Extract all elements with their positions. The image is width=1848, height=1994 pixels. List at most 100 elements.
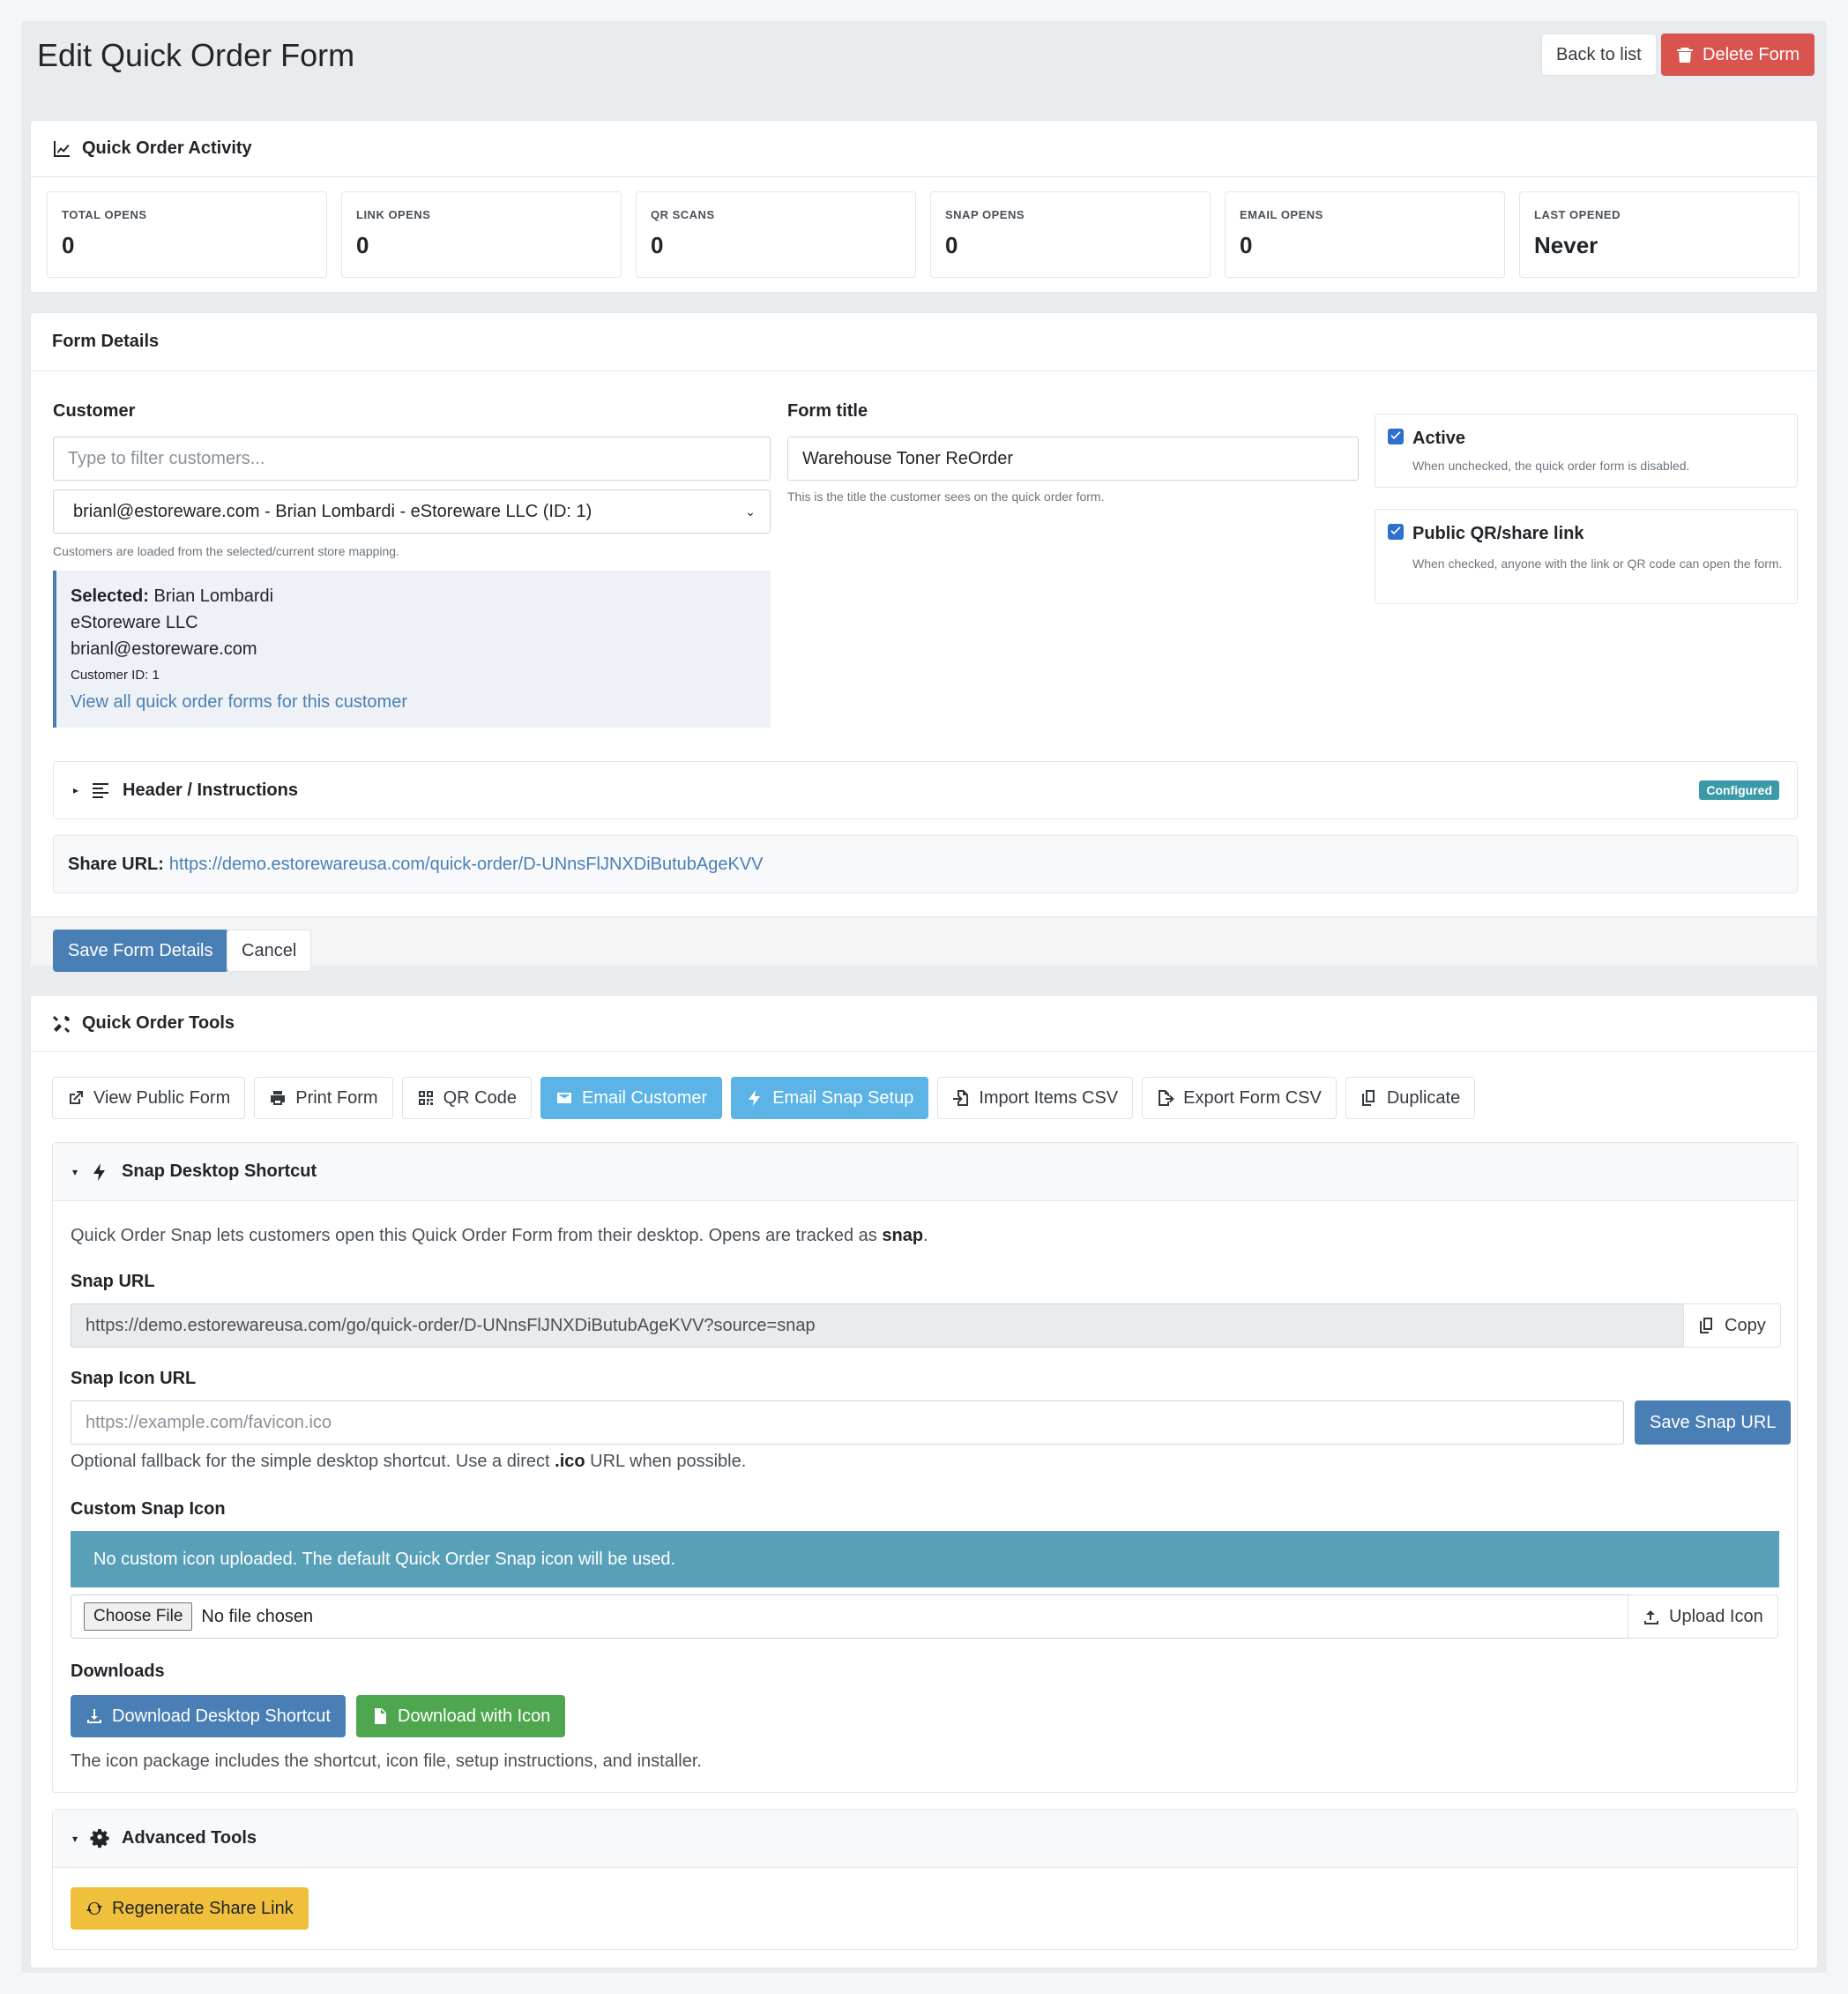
email-customer-label: Email Customer <box>581 1087 708 1108</box>
snap-section-toggle[interactable]: ▾ Snap Desktop Shortcut <box>53 1143 1797 1201</box>
header-instructions-toggle[interactable]: ▸ Header / Instructions Configured <box>54 762 1797 818</box>
cancel-label: Cancel <box>242 940 297 960</box>
stat-value: 0 <box>945 232 958 258</box>
page-title: Edit Quick Order Form <box>37 37 355 73</box>
download-desktop-shortcut-button[interactable]: Download Desktop Shortcut <box>71 1695 346 1737</box>
advanced-tools-section: ▾ Advanced Tools Regenerate Share Link <box>52 1809 1798 1950</box>
duplicate-button[interactable]: Duplicate <box>1345 1077 1476 1119</box>
icon-file-input[interactable]: Choose File No file chosen <box>71 1594 1635 1639</box>
customer-filter-input[interactable]: Type to filter customers... <box>53 437 771 481</box>
active-checkbox[interactable] <box>1388 429 1404 444</box>
email-snap-setup-button[interactable]: Email Snap Setup <box>731 1077 929 1119</box>
export-form-csv-button[interactable]: Export Form CSV <box>1142 1077 1337 1119</box>
regenerate-share-link-button[interactable]: Regenerate Share Link <box>71 1887 309 1930</box>
activity-title: Quick Order Activity <box>82 138 252 158</box>
caret-right-icon: ▸ <box>73 784 79 796</box>
check-icon <box>1390 431 1401 439</box>
customer-filter-placeholder: Type to filter customers... <box>68 448 265 468</box>
regenerate-share-link-label: Regenerate Share Link <box>112 1898 294 1918</box>
qr-code-icon <box>418 1091 433 1105</box>
external-link-icon <box>70 1091 83 1104</box>
print-form-button[interactable]: Print Form <box>254 1077 393 1119</box>
stat-value: 0 <box>1240 232 1253 258</box>
printer-icon <box>271 1091 286 1105</box>
customer-select[interactable]: brianl@estoreware.com - Brian Lombardi -… <box>53 489 771 534</box>
email-snap-setup-label: Email Snap Setup <box>772 1087 914 1108</box>
view-customer-forms-link[interactable]: View all quick order forms for this cust… <box>71 689 756 715</box>
email-customer-button[interactable]: Email Customer <box>540 1077 723 1119</box>
view-public-form-button[interactable]: View Public Form <box>52 1077 246 1119</box>
snap-url-value: https://demo.estorewareusa.com/go/quick-… <box>86 1315 816 1335</box>
stat-last-opened: LAST OPENED Never <box>1519 191 1800 278</box>
file-export-icon <box>1159 1090 1174 1106</box>
stat-label: QR SCANS <box>651 208 715 221</box>
form-details-title: Form Details <box>52 332 160 351</box>
configured-badge: Configured <box>1699 780 1779 800</box>
copy-label: Copy <box>1725 1315 1766 1335</box>
customer-label: Customer <box>53 401 136 421</box>
public-link-option: Public QR/share link When checked, anyon… <box>1375 509 1798 604</box>
caret-down-icon: ▾ <box>72 1165 78 1178</box>
active-label: Active <box>1412 429 1466 448</box>
stat-label: TOTAL OPENS <box>62 208 147 221</box>
snap-section: ▾ Snap Desktop Shortcut Quick Order Snap… <box>52 1142 1798 1793</box>
tools-card-header: Quick Order Tools <box>31 996 1817 1052</box>
cancel-button[interactable]: Cancel <box>227 930 312 972</box>
qr-code-button[interactable]: QR Code <box>401 1077 532 1119</box>
copy-icon <box>1700 1318 1712 1333</box>
header-instructions-collapse[interactable]: ▸ Header / Instructions Configured <box>53 761 1798 819</box>
share-url-link[interactable]: https://demo.estorewareusa.com/quick-ord… <box>169 855 764 875</box>
selected-company: eStoreware LLC <box>71 613 198 632</box>
upload-icon-label: Upload Icon <box>1669 1606 1763 1626</box>
back-to-list-button[interactable]: Back to list <box>1541 34 1657 76</box>
save-snap-url-button[interactable]: Save Snap URL <box>1635 1400 1792 1445</box>
download-desktop-shortcut-label: Download Desktop Shortcut <box>112 1706 331 1726</box>
save-form-details-button[interactable]: Save Form Details <box>53 930 228 972</box>
customer-help: Customers are loaded from the selected/c… <box>53 544 399 558</box>
line-chart-icon <box>54 140 70 157</box>
tools-icon <box>53 1015 70 1033</box>
view-public-form-label: View Public Form <box>93 1087 231 1108</box>
delete-form-button[interactable]: Delete Form <box>1661 34 1815 76</box>
tools-card: Quick Order Tools View Public Form Print… <box>30 995 1818 1968</box>
stat-label: SNAP OPENS <box>945 208 1025 221</box>
form-details-footer: Save Form Details Cancel <box>31 916 1817 972</box>
download-with-icon-label: Download with Icon <box>398 1706 551 1726</box>
selected-customer-line: Selected: Brian Lombardi <box>71 583 756 609</box>
form-title-value: Warehouse Toner ReOrder <box>802 448 1014 468</box>
no-icon-alert: No custom icon uploaded. The default Qui… <box>71 1531 1779 1587</box>
advanced-tools-toggle[interactable]: ▾ Advanced Tools <box>53 1810 1797 1868</box>
selected-id: Customer ID: 1 <box>71 668 160 683</box>
download-with-icon-button[interactable]: Download with Icon <box>356 1695 566 1737</box>
snap-intro-text: Quick Order Snap lets customers open thi… <box>71 1226 877 1245</box>
upload-icon <box>1644 1610 1658 1624</box>
choose-file-button[interactable]: Choose File <box>84 1602 193 1631</box>
align-left-icon <box>93 783 109 798</box>
stat-email-opens: EMAIL OPENS 0 <box>1225 191 1505 278</box>
import-items-csv-button[interactable]: Import Items CSV <box>937 1077 1134 1119</box>
downloads-label: Downloads <box>71 1662 165 1681</box>
file-import-icon <box>953 1090 969 1106</box>
public-link-checkbox[interactable] <box>1388 524 1404 540</box>
duplicate-label: Duplicate <box>1386 1087 1461 1108</box>
page-header: Edit Quick Order Form Back to list Delet… <box>21 21 1827 109</box>
snap-url-field[interactable]: https://demo.estorewareusa.com/go/quick-… <box>71 1303 1684 1348</box>
snap-icon-help-bold: .ico <box>555 1452 585 1471</box>
selected-label: Selected: <box>71 586 149 606</box>
form-details-header: Form Details <box>31 313 1817 371</box>
stat-value: Never <box>1534 232 1598 258</box>
save-form-details-label: Save Form Details <box>68 940 213 960</box>
snap-icon-url-input[interactable]: https://example.com/favicon.ico <box>71 1400 1624 1445</box>
form-title-input[interactable]: Warehouse Toner ReOrder <box>787 437 1359 481</box>
stat-snap-opens: SNAP OPENS 0 <box>930 191 1211 278</box>
export-form-csv-label: Export Form CSV <box>1183 1087 1322 1108</box>
stat-value: 0 <box>62 232 75 258</box>
download-icon <box>87 1709 101 1723</box>
stat-value: 0 <box>651 232 664 258</box>
active-option: Active When unchecked, the quick order f… <box>1375 414 1798 488</box>
copy-snap-url-button[interactable]: Copy <box>1683 1303 1781 1348</box>
upload-icon-button[interactable]: Upload Icon <box>1628 1594 1778 1639</box>
selected-customer-panel: Selected: Brian Lombardi eStoreware LLC … <box>53 571 771 728</box>
public-link-help: When checked, anyone with the link or QR… <box>1412 556 1783 571</box>
stat-qr-scans: QR SCANS 0 <box>636 191 916 278</box>
